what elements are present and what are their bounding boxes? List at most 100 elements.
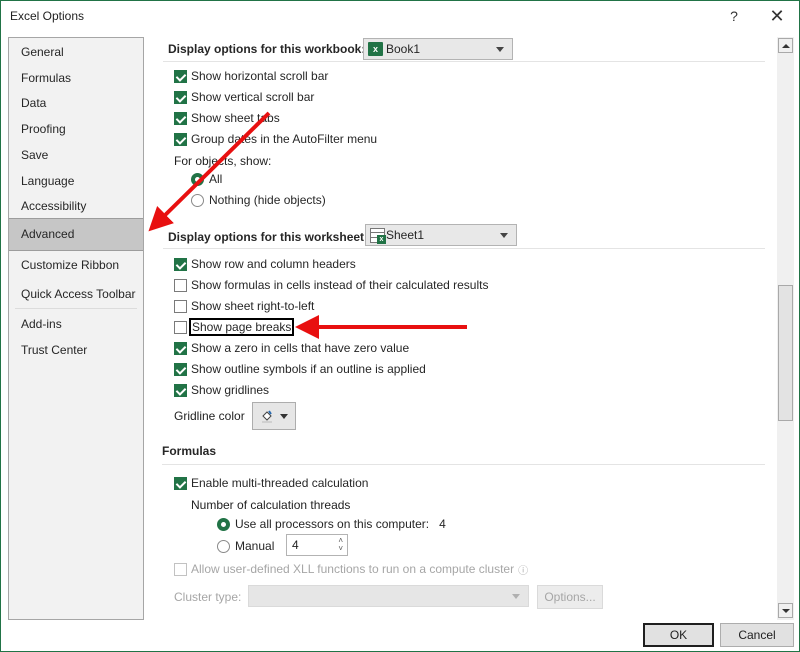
section-divider <box>162 464 765 465</box>
option-label: Show gridlines <box>191 383 270 397</box>
worksheet-section-heading: Display options for this worksheet: <box>168 230 369 244</box>
manual-threads-radio[interactable]: Manual <box>217 537 274 555</box>
gridline-color-label: Gridline color <box>174 409 245 423</box>
scroll-down-icon[interactable] <box>778 603 793 618</box>
checkbox-unchecked[interactable] <box>174 299 187 313</box>
sidebar-divider <box>15 308 137 309</box>
chevron-down-icon <box>496 47 504 52</box>
show-outline-symbols-option[interactable]: Show outline symbols if an outline is ap… <box>174 360 426 378</box>
sidebar-item-advanced[interactable]: Advanced <box>9 218 143 251</box>
checkbox-checked[interactable] <box>174 383 187 397</box>
radio-label: Nothing (hide objects) <box>209 193 326 207</box>
option-label: Show sheet tabs <box>191 111 280 125</box>
sidebar-item-trust-center[interactable]: Trust Center <box>9 337 143 363</box>
worksheet-select-value: Sheet1 <box>386 228 425 242</box>
options-sidebar: General Formulas Data Proofing Save Lang… <box>8 37 144 620</box>
chevron-down-icon <box>512 594 520 599</box>
scroll-up-icon[interactable] <box>778 38 793 53</box>
checkbox-checked[interactable] <box>174 341 187 355</box>
checkbox-checked[interactable] <box>174 257 187 271</box>
show-page-breaks-option[interactable]: Show page breaks <box>174 318 295 336</box>
show-horizontal-scroll-bar-option[interactable]: Show horizontal scroll bar <box>174 67 328 85</box>
option-label: Enable multi-threaded calculation <box>191 476 369 490</box>
excel-sheet-icon: x <box>370 227 386 244</box>
checkbox-disabled[interactable] <box>174 562 187 576</box>
radio-selected[interactable] <box>191 172 204 186</box>
show-gridlines-option[interactable]: Show gridlines <box>174 381 269 399</box>
workbook-section-heading: Display options for this workbook: <box>168 42 366 56</box>
spinner-down-icon[interactable]: ˅ <box>338 545 343 553</box>
help-button[interactable]: ? <box>722 5 746 27</box>
show-row-column-headers-option[interactable]: Show row and column headers <box>174 255 356 273</box>
sidebar-item-customize-ribbon[interactable]: Customize Ribbon <box>9 252 143 278</box>
section-divider <box>163 248 765 249</box>
sidebar-item-add-ins[interactable]: Add-ins <box>9 311 143 337</box>
option-label: Show outline symbols if an outline is ap… <box>191 362 426 376</box>
threads-label: Number of calculation threads <box>191 498 351 512</box>
ok-button[interactable]: OK <box>643 623 714 647</box>
objects-all-radio[interactable]: All <box>191 170 222 188</box>
radio-label: Manual <box>235 539 275 553</box>
vertical-scrollbar[interactable] <box>777 37 794 620</box>
sidebar-item-accessibility[interactable]: Accessibility <box>9 193 143 219</box>
chevron-down-icon <box>500 233 508 238</box>
radio-label: All <box>209 172 223 186</box>
xll-cluster-option[interactable]: Allow user-defined XLL functions to run … <box>174 560 528 578</box>
radio-unselected[interactable] <box>191 193 204 207</box>
radio-selected[interactable] <box>217 517 230 531</box>
formulas-section-heading: Formulas <box>162 444 217 458</box>
cluster-options-button[interactable]: Options... <box>537 585 603 609</box>
advanced-options-panel: Display options for this workbook: x Boo… <box>151 37 771 620</box>
scrollbar-thumb[interactable] <box>778 285 793 422</box>
sidebar-item-proofing[interactable]: Proofing <box>9 116 143 142</box>
multithreaded-calculation-option[interactable]: Enable multi-threaded calculation <box>174 474 368 492</box>
group-dates-option[interactable]: Group dates in the AutoFilter menu <box>174 130 377 148</box>
workbook-select-value: Book1 <box>386 42 421 56</box>
sidebar-item-data[interactable]: Data <box>9 90 143 116</box>
use-all-processors-radio[interactable]: Use all processors on this computer: 4 <box>217 515 446 533</box>
option-label: Show row and column headers <box>191 257 356 271</box>
spinner-value: 4 <box>292 538 299 552</box>
close-icon: ✕ <box>769 5 785 26</box>
checkbox-unchecked[interactable] <box>174 320 187 334</box>
sidebar-item-formulas[interactable]: Formulas <box>9 65 143 91</box>
checkbox-checked[interactable] <box>174 132 187 146</box>
worksheet-select[interactable]: x Sheet1 <box>365 224 517 246</box>
show-sheet-right-to-left-option[interactable]: Show sheet right-to-left <box>174 297 314 315</box>
close-button[interactable]: ✕ <box>765 5 789 27</box>
checkbox-checked[interactable] <box>174 90 187 104</box>
section-divider <box>163 61 765 62</box>
radio-unselected[interactable] <box>217 539 230 553</box>
sidebar-item-save[interactable]: Save <box>9 142 143 168</box>
show-sheet-tabs-option[interactable]: Show sheet tabs <box>174 109 280 127</box>
dialog-title: Excel Options <box>10 9 85 23</box>
checkbox-checked[interactable] <box>174 69 187 83</box>
sidebar-item-general[interactable]: General <box>9 39 143 65</box>
processor-count: 4 <box>439 517 446 531</box>
manual-threads-spinner[interactable]: 4 ˄ ˅ <box>286 534 348 556</box>
option-label: Group dates in the AutoFilter menu <box>191 132 378 146</box>
radio-label: Use all processors on this computer: <box>235 517 430 531</box>
show-vertical-scroll-bar-option[interactable]: Show vertical scroll bar <box>174 88 314 106</box>
show-zero-values-option[interactable]: Show a zero in cells that have zero valu… <box>174 339 409 357</box>
workbook-select[interactable]: x Book1 <box>363 38 513 60</box>
option-label: Allow user-defined XLL functions to run … <box>191 562 515 576</box>
sidebar-item-quick-access-toolbar[interactable]: Quick Access Toolbar <box>9 281 143 307</box>
show-formulas-option[interactable]: Show formulas in cells instead of their … <box>174 276 488 294</box>
option-label: Show formulas in cells instead of their … <box>191 278 489 292</box>
option-label: Show vertical scroll bar <box>191 90 315 104</box>
checkbox-checked[interactable] <box>174 111 187 125</box>
for-objects-label: For objects, show: <box>174 154 272 168</box>
gridline-color-button[interactable] <box>252 402 296 430</box>
option-label: Show sheet right-to-left <box>191 299 315 313</box>
objects-nothing-radio[interactable]: Nothing (hide objects) <box>191 191 326 209</box>
checkbox-unchecked[interactable] <box>174 278 187 292</box>
info-icon: ⓘ <box>518 565 529 577</box>
cluster-type-select[interactable] <box>248 585 529 607</box>
sidebar-item-language[interactable]: Language <box>9 168 143 194</box>
cancel-button[interactable]: Cancel <box>720 623 794 647</box>
checkbox-checked[interactable] <box>174 362 187 376</box>
cluster-type-label: Cluster type: <box>174 590 242 604</box>
excel-workbook-icon: x <box>368 42 383 56</box>
checkbox-checked[interactable] <box>174 476 187 490</box>
